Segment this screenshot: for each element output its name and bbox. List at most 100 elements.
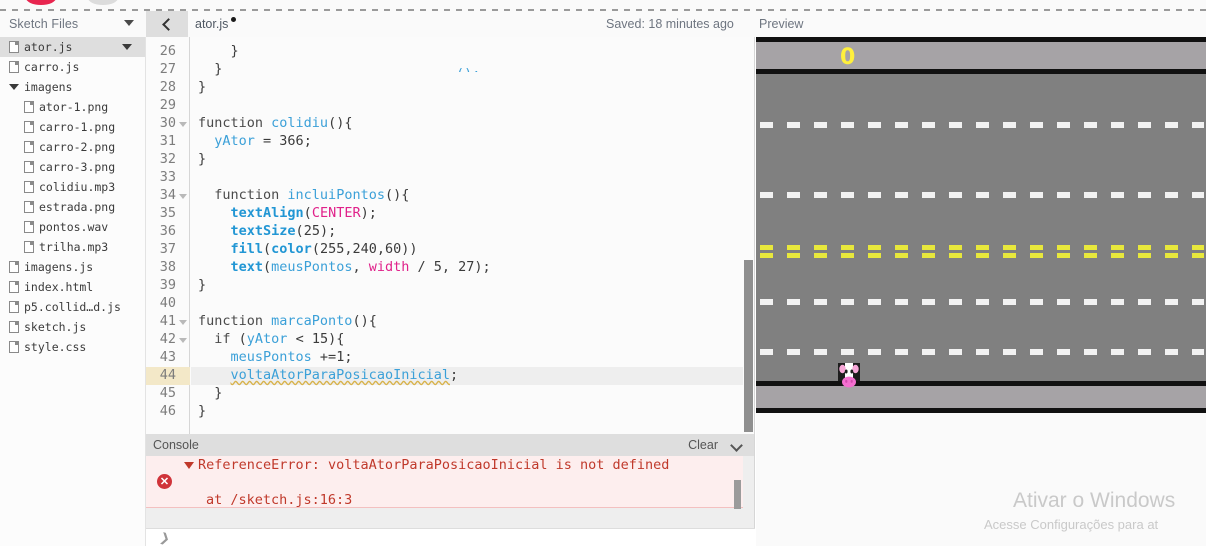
code-line[interactable]: text(meusPontos, width / 5, 27); [198,259,491,275]
file-tree-item-carro-2-png[interactable]: carro-2.png [0,137,145,157]
code-line[interactable]: } [198,61,222,77]
code-token: yAtor [214,133,255,149]
console-panel[interactable]: Console Clear ✕ ReferenceError: voltaAto… [146,434,755,546]
console-input-row[interactable]: ❯ [146,528,755,546]
code-line[interactable]: textAlign(CENTER); [198,205,377,221]
code-line[interactable]: } [198,79,206,95]
line-number: 35 [159,205,176,221]
code-line[interactable]: if (yAtor < 15){ [198,331,344,347]
code-line[interactable]: voltaAtorParaPosicaoInicial; [198,367,459,383]
code-fold-icon[interactable] [179,122,187,127]
code-token: } [198,61,223,77]
cow-sprite [838,363,860,388]
chevron-down-icon [124,20,134,26]
road-lane-marking-white [760,349,1204,355]
line-number: 27 [159,61,176,77]
code-line[interactable]: fill(color(255,240,60)) [198,241,418,257]
file-tree-item-carro-js[interactable]: carro.js [0,57,145,77]
code-line[interactable]: } [198,151,206,167]
line-number: 36 [159,223,176,239]
line-number: 46 [159,403,176,419]
code-line[interactable]: meusPontos +=1; [198,349,353,365]
line-number: 40 [159,295,176,311]
code-token: meusPontos [230,349,312,365]
file-tree-item-pontos-wav[interactable]: pontos.wav [0,217,145,237]
file-options-caret-icon[interactable] [122,44,132,50]
chevron-down-icon[interactable] [730,439,743,452]
code-token: meusPontos [271,259,353,275]
code-token: incluiPontos [287,187,385,203]
editor-scrollbar-thumb[interactable] [744,260,753,432]
file-icon [9,321,19,333]
code-token: text [230,259,264,275]
code-token: width [368,259,410,275]
editor-scrollbar[interactable] [743,37,754,434]
file-tree-item-carro-1-png[interactable]: carro-1.png [0,117,145,137]
file-tree-item-estrada-png[interactable]: estrada.png [0,197,145,217]
code-token: 5 [433,259,442,275]
file-name-label: carro.js [24,60,80,74]
code-editor[interactable]: (); 26 }27 }28}2930function colidiu(){31… [146,37,755,434]
file-icon [9,61,19,73]
code-line[interactable]: yAtor = 366; [198,133,312,149]
prompt-icon: ❯ [158,529,172,546]
code-line[interactable]: } [198,403,206,419]
code-line[interactable]: } [198,385,222,401]
code-token: ){ [328,331,345,347]
code-token: } [198,385,223,401]
file-tree-item-imagens-js[interactable]: imagens.js [0,257,145,277]
console-clear-button[interactable]: Clear [688,438,718,452]
code-token: function [198,313,272,329]
file-tree-item-trilha-mp3[interactable]: trilha.mp3 [0,237,145,257]
game-preview-pane[interactable]: 0 [756,37,1206,546]
code-line[interactable]: } [198,277,206,293]
file-tree-sidebar[interactable]: ator.js carro.js imagens ator-1.png carro-1.… [0,37,146,546]
code-token: if [214,331,231,347]
file-icon [9,41,19,53]
road-lane-marking-yellow [760,245,1204,250]
error-location: at /sketch.js:16:3 [206,492,353,508]
p5-canvas[interactable]: 0 [756,37,1206,413]
sketch-files-dropdown[interactable]: Sketch Files [0,11,146,37]
file-name-label: ator.js [24,40,73,54]
file-name-label: pontos.wav [39,220,109,234]
file-icon [24,101,34,113]
collapse-sidebar-button[interactable] [146,11,188,37]
file-tree-item-index-html[interactable]: index.html [0,277,145,297]
code-fold-icon[interactable] [179,194,187,199]
file-tree-item-ator-js[interactable]: ator.js [0,37,145,57]
code-fold-icon[interactable] [179,338,187,343]
file-tree-item-colidiu-mp3[interactable]: colidiu.mp3 [0,177,145,197]
code-line[interactable]: function colidiu(){ [198,115,352,131]
file-tree-item-p5-collid-d-js[interactable]: p5.collid…d.js [0,297,145,317]
file-tree-item-ator-1-png[interactable]: ator-1.png [0,97,145,117]
chrome-artifact-gray [88,0,118,5]
line-number: 34 [159,187,176,203]
file-icon [9,261,19,273]
code-line[interactable]: function incluiPontos(){ [198,187,409,203]
code-line[interactable]: textSize(25); [198,223,337,239]
sketch-files-label: Sketch Files [9,17,79,31]
file-tree-item-style-css[interactable]: style.css [0,337,145,357]
line-number: 44 [159,367,176,383]
code-token: (){ [352,313,377,329]
code-fold-icon[interactable] [179,320,187,325]
line-number: 39 [159,277,176,293]
line-number: 29 [159,97,176,113]
tab-ator-js[interactable]: ator.js [195,17,228,31]
code-token: ; [449,367,459,383]
file-tree-item-imagens[interactable]: imagens [0,77,145,97]
file-tree-item-sketch-js[interactable]: sketch.js [0,317,145,337]
code-line[interactable]: function marcaPonto(){ [198,313,377,329]
code-line[interactable]: } [198,43,239,59]
chevron-left-icon [162,17,175,31]
windows-watermark-subtitle: Acesse Configurações para at [984,517,1159,532]
file-tree-item-carro-3-png[interactable]: carro-3.png [0,157,145,177]
line-number: 32 [159,151,176,167]
code-token: ; [303,133,312,149]
line-number: 41 [159,313,176,329]
console-error-row: ✕ ReferenceError: voltaAtorParaPosicaoIn… [146,456,743,524]
file-name-label: imagens [24,80,73,94]
file-name-label: trilha.mp3 [39,240,109,254]
